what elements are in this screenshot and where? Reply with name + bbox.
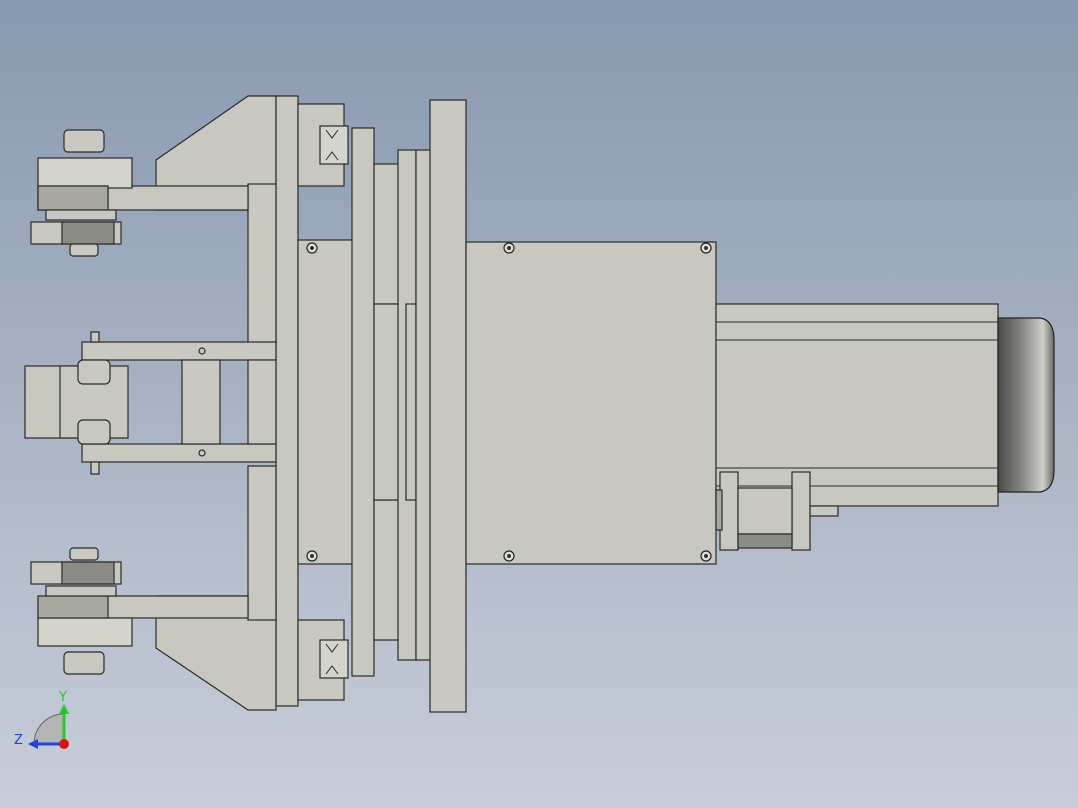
cad-model-view[interactable]: Y Z (0, 0, 1078, 808)
cad-viewport[interactable]: Y Z (0, 0, 1078, 808)
flange-plate[interactable] (415, 99, 467, 713)
y-axis-label: Y (58, 690, 67, 705)
z-axis-label: Z (14, 733, 23, 748)
motor-encoder-end (997, 317, 1055, 493)
servo-motor[interactable] (715, 303, 1055, 507)
